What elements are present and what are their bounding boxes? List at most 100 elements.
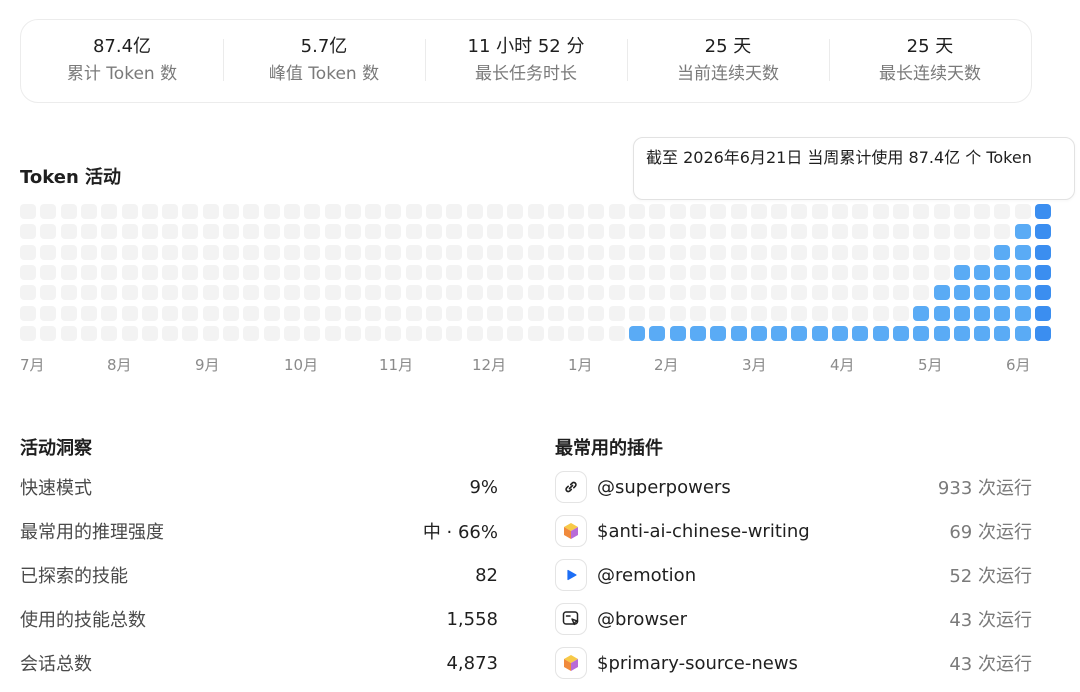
heatmap-cell[interactable] [141,244,158,260]
heatmap-cell[interactable] [750,325,767,341]
heatmap-cell[interactable] [466,224,483,240]
heatmap-cell[interactable] [872,285,889,301]
heatmap-cell[interactable] [750,244,767,260]
heatmap-cell[interactable] [994,204,1011,219]
heatmap-cell[interactable] [263,224,280,240]
heatmap-cell[interactable] [344,244,361,260]
heatmap-cell[interactable] [629,224,645,240]
heatmap-cell[interactable] [527,325,544,341]
heatmap-cell[interactable] [547,264,564,280]
heatmap-cell[interactable] [811,204,828,219]
heatmap-cell[interactable] [20,305,36,321]
heatmap-cell[interactable] [994,244,1011,260]
heatmap-cell[interactable] [283,264,300,280]
heatmap-cell[interactable] [1014,325,1031,341]
heatmap-cell[interactable] [750,264,767,280]
heatmap-cell[interactable] [101,264,118,280]
heatmap-cell[interactable] [60,305,77,321]
heatmap-cell[interactable] [507,264,524,280]
heatmap-cell[interactable] [365,325,382,341]
heatmap-cell[interactable] [629,305,645,321]
heatmap-cell[interactable] [608,285,625,301]
heatmap-cell[interactable] [892,305,909,321]
heatmap-cell[interactable] [1014,305,1031,321]
heatmap-cell[interactable] [101,244,118,260]
heatmap-cell[interactable] [121,325,138,341]
heatmap-cell[interactable] [933,305,950,321]
heatmap-cell[interactable] [243,285,260,301]
heatmap-cell[interactable] [1014,204,1031,219]
heatmap-cell[interactable] [162,264,179,280]
heatmap-cell[interactable] [486,224,503,240]
heatmap-cell[interactable] [426,264,442,280]
heatmap-cell[interactable] [1014,285,1031,301]
heatmap-cell[interactable] [872,264,889,280]
heatmap-cell[interactable] [141,305,158,321]
heatmap-cell[interactable] [80,244,97,260]
heatmap-cell[interactable] [182,285,199,301]
heatmap-cell[interactable] [486,285,503,301]
heatmap-cell[interactable] [263,285,280,301]
heatmap-cell[interactable] [568,325,585,341]
heatmap-cell[interactable] [994,305,1011,321]
heatmap-cell[interactable] [141,325,158,341]
heatmap-cell[interactable] [243,264,260,280]
heatmap-cell[interactable] [20,285,36,301]
heatmap-cell[interactable] [608,244,625,260]
heatmap-cell[interactable] [649,224,666,240]
heatmap-cell[interactable] [730,264,747,280]
heatmap-cell[interactable] [629,204,645,219]
heatmap-cell[interactable] [162,325,179,341]
heatmap-cell[interactable] [994,285,1011,301]
heatmap-cell[interactable] [568,224,585,240]
heatmap-cell[interactable] [547,305,564,321]
heatmap-cell[interactable] [588,204,605,219]
heatmap-cell[interactable] [913,305,930,321]
heatmap-cell[interactable] [223,224,239,240]
heatmap-cell[interactable] [730,244,747,260]
heatmap-cell[interactable] [507,325,524,341]
heatmap-cell[interactable] [1014,264,1031,280]
heatmap-cell[interactable] [507,285,524,301]
heatmap-cell[interactable] [527,244,544,260]
heatmap-cell[interactable] [304,264,321,280]
heatmap-cell[interactable] [385,244,402,260]
heatmap-cell[interactable] [405,244,422,260]
heatmap-cell[interactable] [182,204,199,219]
heatmap-cell[interactable] [304,305,321,321]
heatmap-cell[interactable] [852,305,869,321]
heatmap-cell[interactable] [121,244,138,260]
heatmap-cell[interactable] [182,224,199,240]
heatmap-cell[interactable] [649,244,666,260]
heatmap-cell[interactable] [771,285,788,301]
heatmap-cell[interactable] [608,305,625,321]
heatmap-cell[interactable] [223,285,239,301]
heatmap-cell[interactable] [405,305,422,321]
heatmap-cell[interactable] [791,305,808,321]
heatmap-cell[interactable] [811,224,828,240]
heatmap-cell[interactable] [771,244,788,260]
heatmap-cell[interactable] [689,285,706,301]
heatmap-cell[interactable] [385,325,402,341]
heatmap-cell[interactable] [426,285,442,301]
heatmap-cell[interactable] [344,285,361,301]
heatmap-cell[interactable] [852,204,869,219]
heatmap-cell[interactable] [588,224,605,240]
heatmap-cell[interactable] [974,204,991,219]
heatmap-cell[interactable] [40,224,57,240]
heatmap-cell[interactable] [547,325,564,341]
heatmap-cell[interactable] [405,325,422,341]
heatmap-cell[interactable] [446,224,463,240]
heatmap-cell[interactable] [304,285,321,301]
heatmap-cell[interactable] [1035,244,1051,260]
heatmap-cell[interactable] [40,264,57,280]
heatmap-cell[interactable] [40,204,57,219]
plugin-row[interactable]: @superpowers 933 次运行 [555,470,1032,504]
heatmap-cell[interactable] [202,204,219,219]
heatmap-cell[interactable] [649,285,666,301]
heatmap-cell[interactable] [649,325,666,341]
heatmap-cell[interactable] [568,285,585,301]
heatmap-cell[interactable] [466,305,483,321]
heatmap-cell[interactable] [588,264,605,280]
heatmap-cell[interactable] [466,244,483,260]
